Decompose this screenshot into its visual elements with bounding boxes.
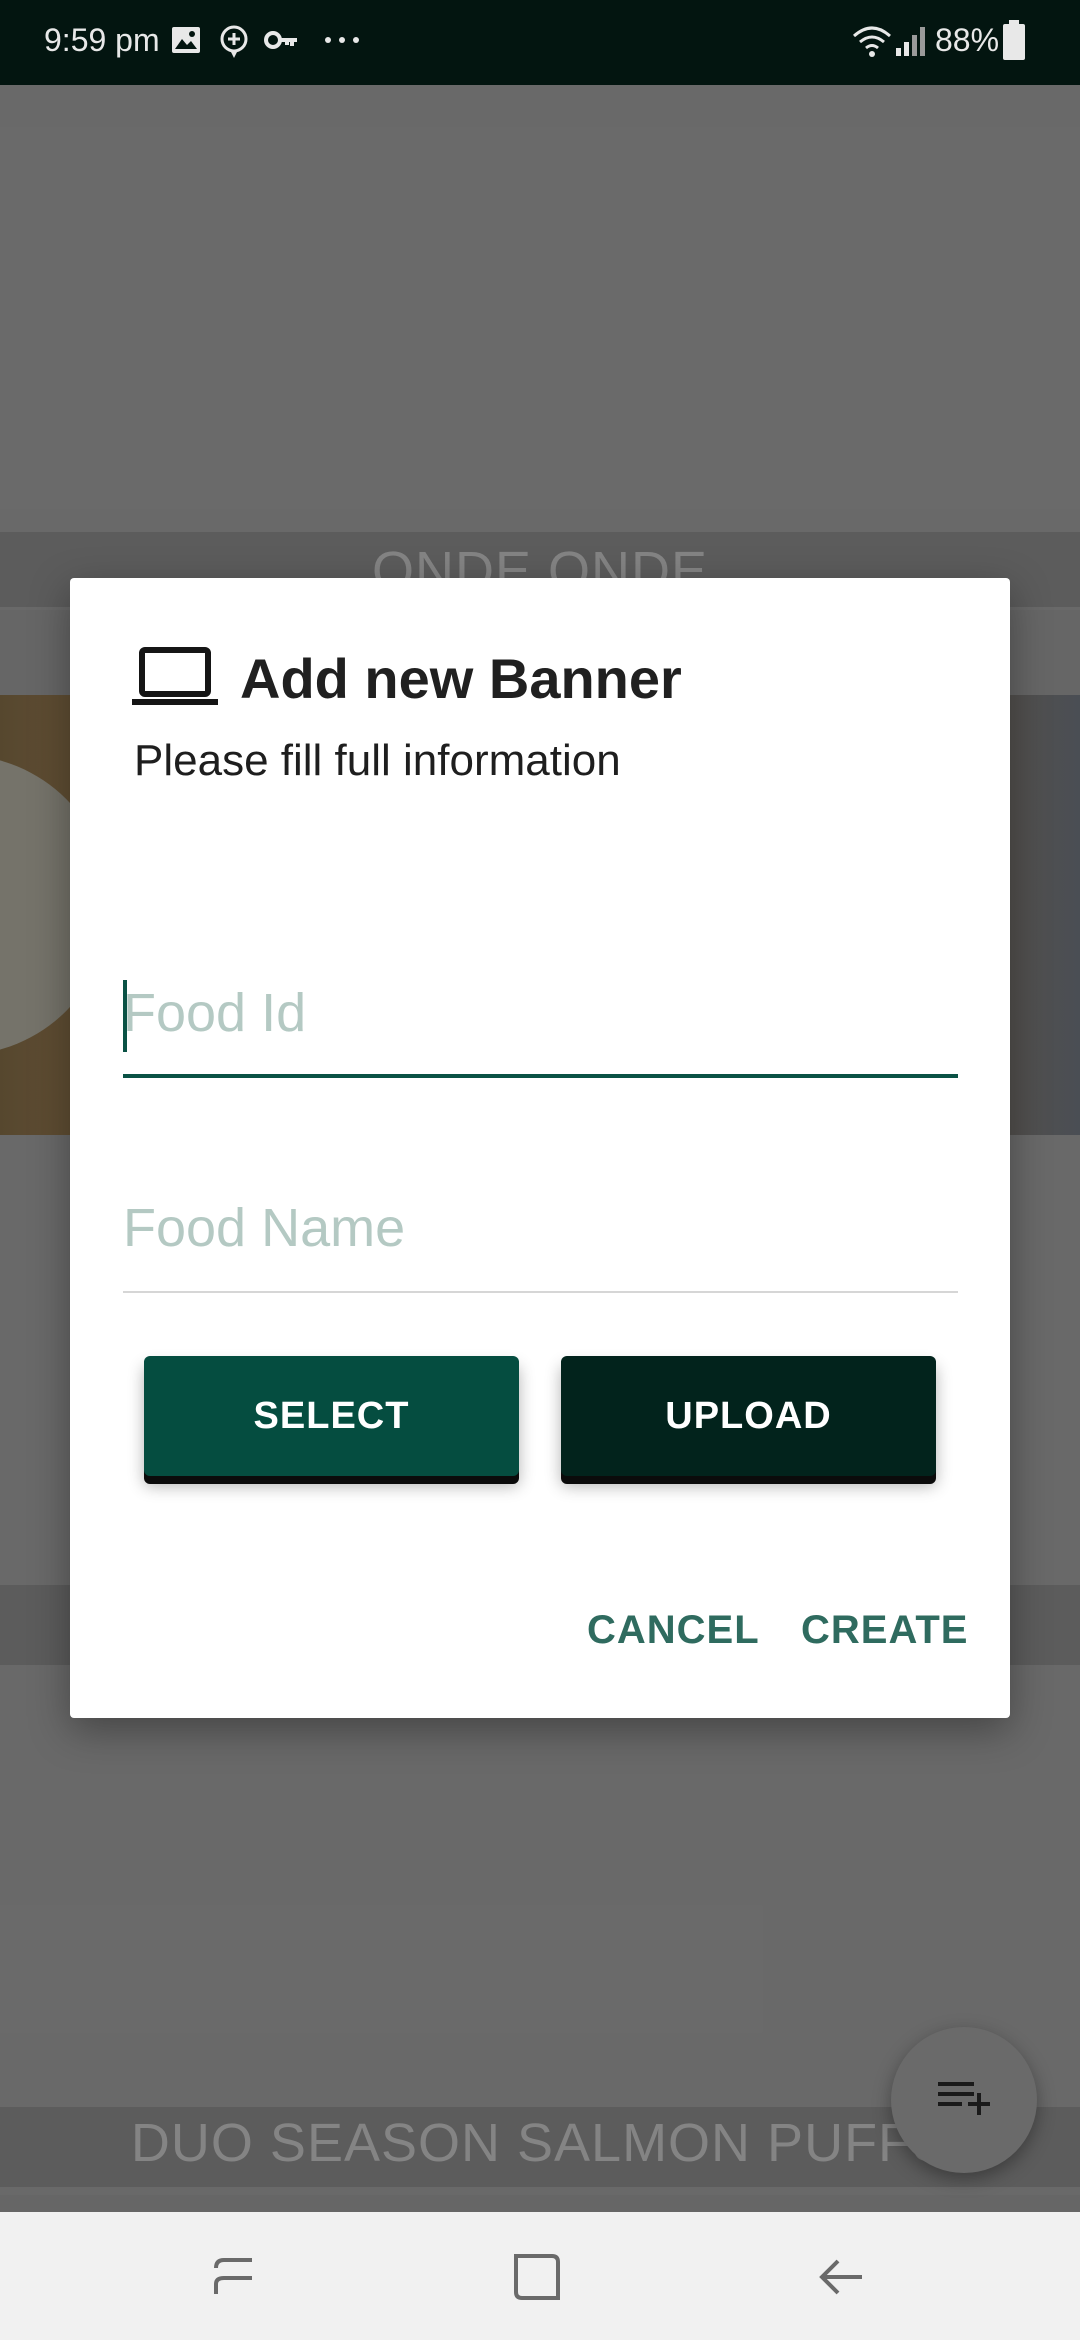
- laptop-icon: [132, 646, 218, 711]
- recent-apps-button[interactable]: [200, 2242, 270, 2312]
- food-name-underline: [123, 1291, 958, 1293]
- recent-apps-icon: [200, 2258, 270, 2315]
- text-cursor: [123, 980, 127, 1052]
- dialog-title: Add new Banner: [240, 646, 682, 710]
- back-icon: [806, 2259, 876, 2315]
- battery-percentage: 88%: [935, 22, 1000, 58]
- food-id-underline: [123, 1074, 958, 1078]
- home-icon: [502, 2254, 572, 2315]
- key-icon: [264, 24, 300, 64]
- battery-icon: [1002, 20, 1026, 70]
- back-button[interactable]: [806, 2242, 876, 2312]
- food-name-field: [123, 1183, 958, 1293]
- food-id-input[interactable]: [123, 968, 958, 1058]
- status-time: 9:59 pm: [44, 22, 160, 58]
- signal-icon: [894, 24, 928, 66]
- more-dots-icon: [322, 20, 362, 60]
- create-button[interactable]: CREATE: [801, 1608, 968, 1653]
- upload-button[interactable]: UPLOAD: [561, 1356, 936, 1476]
- select-button[interactable]: SELECT: [144, 1356, 519, 1476]
- status-bar: 9:59 pm 88%: [0, 0, 1080, 85]
- wifi-icon: [852, 24, 892, 66]
- cancel-button[interactable]: CANCEL: [587, 1608, 760, 1653]
- home-button[interactable]: [502, 2242, 572, 2312]
- add-banner-dialog: Add new Banner Please fill full informat…: [70, 578, 1010, 1718]
- add-to-list-fab[interactable]: [891, 2027, 1037, 2173]
- dialog-subtitle: Please fill full information: [134, 736, 621, 785]
- food-id-field: [123, 968, 958, 1078]
- gallery-icon: [170, 24, 202, 64]
- system-nav-bar: [0, 2212, 1080, 2340]
- dialog-title-row: Add new Banner: [132, 638, 682, 718]
- food-name-input[interactable]: [123, 1183, 958, 1273]
- location-icon: [218, 24, 250, 68]
- playlist-add-icon: [934, 2081, 994, 2127]
